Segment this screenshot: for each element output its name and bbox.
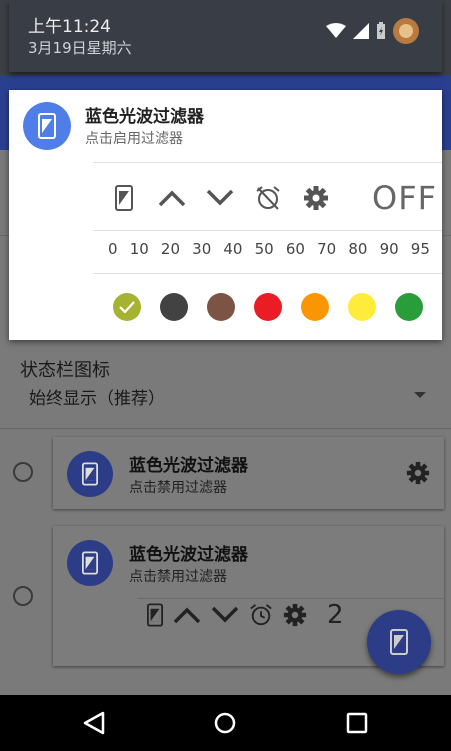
level-option[interactable]: 70: [317, 240, 336, 258]
color-swatch-olive[interactable]: [113, 293, 141, 321]
gear-icon: [406, 461, 430, 485]
recents-square-icon: [346, 712, 368, 734]
filter-notification[interactable]: 蓝色光波过滤器 点击启用过滤器 OFF 0 10 20 30 40 50 60 …: [9, 90, 442, 340]
level-option[interactable]: 30: [192, 240, 211, 258]
system-icons: [326, 18, 419, 44]
card-subtitle: 点击禁用过滤器: [129, 569, 227, 585]
battery-icon: [377, 22, 385, 39]
signal-icon: [353, 23, 369, 39]
divider: [93, 230, 442, 231]
color-swatch-dark-gray[interactable]: [160, 293, 188, 321]
gear-icon: [283, 603, 307, 627]
chevron-down-icon: [206, 189, 234, 206]
chevron-down-icon: [211, 606, 239, 623]
app-icon: [23, 102, 71, 150]
status-icon-dropdown[interactable]: 始终显示（推荐）: [29, 384, 165, 409]
wifi-icon: [326, 23, 346, 38]
style-radio-2[interactable]: [13, 586, 33, 606]
user-avatar[interactable]: [393, 18, 419, 44]
filter-toggle-button[interactable]: [107, 181, 141, 215]
level-option[interactable]: 10: [130, 240, 149, 258]
notification-title: 蓝色光波过滤器: [85, 107, 204, 127]
alarm-off-icon: [256, 186, 280, 210]
color-swatch-brown[interactable]: [207, 293, 235, 321]
card-settings-button: [406, 461, 430, 489]
level-option[interactable]: 90: [380, 240, 399, 258]
style-radio-1[interactable]: [13, 462, 33, 482]
status-time: 上午11:24: [28, 17, 111, 37]
color-swatch-orange[interactable]: [301, 293, 329, 321]
status-icon-label: 状态栏图标: [20, 360, 110, 381]
dropdown-arrow-icon[interactable]: [414, 392, 426, 398]
back-triangle-icon: [83, 711, 105, 735]
increase-button[interactable]: [155, 181, 189, 215]
chevron-up-icon: [173, 607, 201, 624]
phone-filter-icon: [115, 185, 133, 211]
level-option[interactable]: 80: [348, 240, 367, 258]
divider: [0, 428, 451, 429]
check-icon: [119, 301, 135, 313]
color-picker: [113, 293, 423, 321]
card-title: 蓝色光波过滤器: [129, 456, 248, 476]
fab-toggle-filter-button[interactable]: [367, 610, 431, 674]
alarm-button[interactable]: [251, 181, 285, 215]
level-option[interactable]: 0: [108, 240, 118, 258]
card-title: 蓝色光波过滤器: [129, 545, 248, 565]
divider: [137, 598, 444, 599]
status-date: 3月19日星期六: [28, 39, 132, 57]
level-option[interactable]: 20: [161, 240, 180, 258]
level-option[interactable]: 95: [411, 240, 430, 258]
home-circle-icon: [214, 712, 236, 734]
phone-filter-icon: [82, 551, 98, 575]
phone-filter-icon: [38, 113, 56, 139]
filter-state-label[interactable]: OFF: [372, 179, 437, 217]
phone-filter-icon: [390, 629, 408, 655]
phone-filter-icon: [82, 462, 98, 486]
app-icon: [67, 540, 113, 586]
level-option[interactable]: 50: [255, 240, 274, 258]
settings-button[interactable]: [299, 181, 333, 215]
divider: [93, 162, 442, 163]
recents-button[interactable]: [343, 709, 371, 737]
notification-subtitle: 点击启用过滤器: [85, 131, 183, 147]
filter-controls: OFF: [107, 178, 437, 218]
color-swatch-red[interactable]: [254, 293, 282, 321]
level-option[interactable]: 60: [286, 240, 305, 258]
gear-icon: [304, 186, 328, 210]
alarm-icon: [250, 604, 272, 626]
chevron-up-icon: [158, 190, 186, 207]
navigation-bar: [0, 695, 451, 751]
phone-filter-icon: [147, 603, 163, 627]
notification-shade-header: 上午11:24 3月19日星期六: [0, 0, 451, 75]
app-icon: [67, 451, 113, 497]
home-button[interactable]: [211, 709, 239, 737]
back-button[interactable]: [80, 709, 108, 737]
partial-label: 2: [327, 600, 344, 630]
opacity-levels: 0 10 20 30 40 50 60 70 80 90 95: [108, 240, 430, 258]
style-option-card-1[interactable]: 蓝色光波过滤器 点击禁用过滤器: [53, 437, 444, 509]
color-swatch-yellow[interactable]: [348, 293, 376, 321]
color-swatch-green[interactable]: [395, 293, 423, 321]
level-option[interactable]: 40: [223, 240, 242, 258]
decrease-button[interactable]: [203, 181, 237, 215]
card-subtitle: 点击禁用过滤器: [129, 480, 227, 496]
card-controls-preview: 2: [147, 600, 344, 630]
divider: [93, 273, 442, 274]
